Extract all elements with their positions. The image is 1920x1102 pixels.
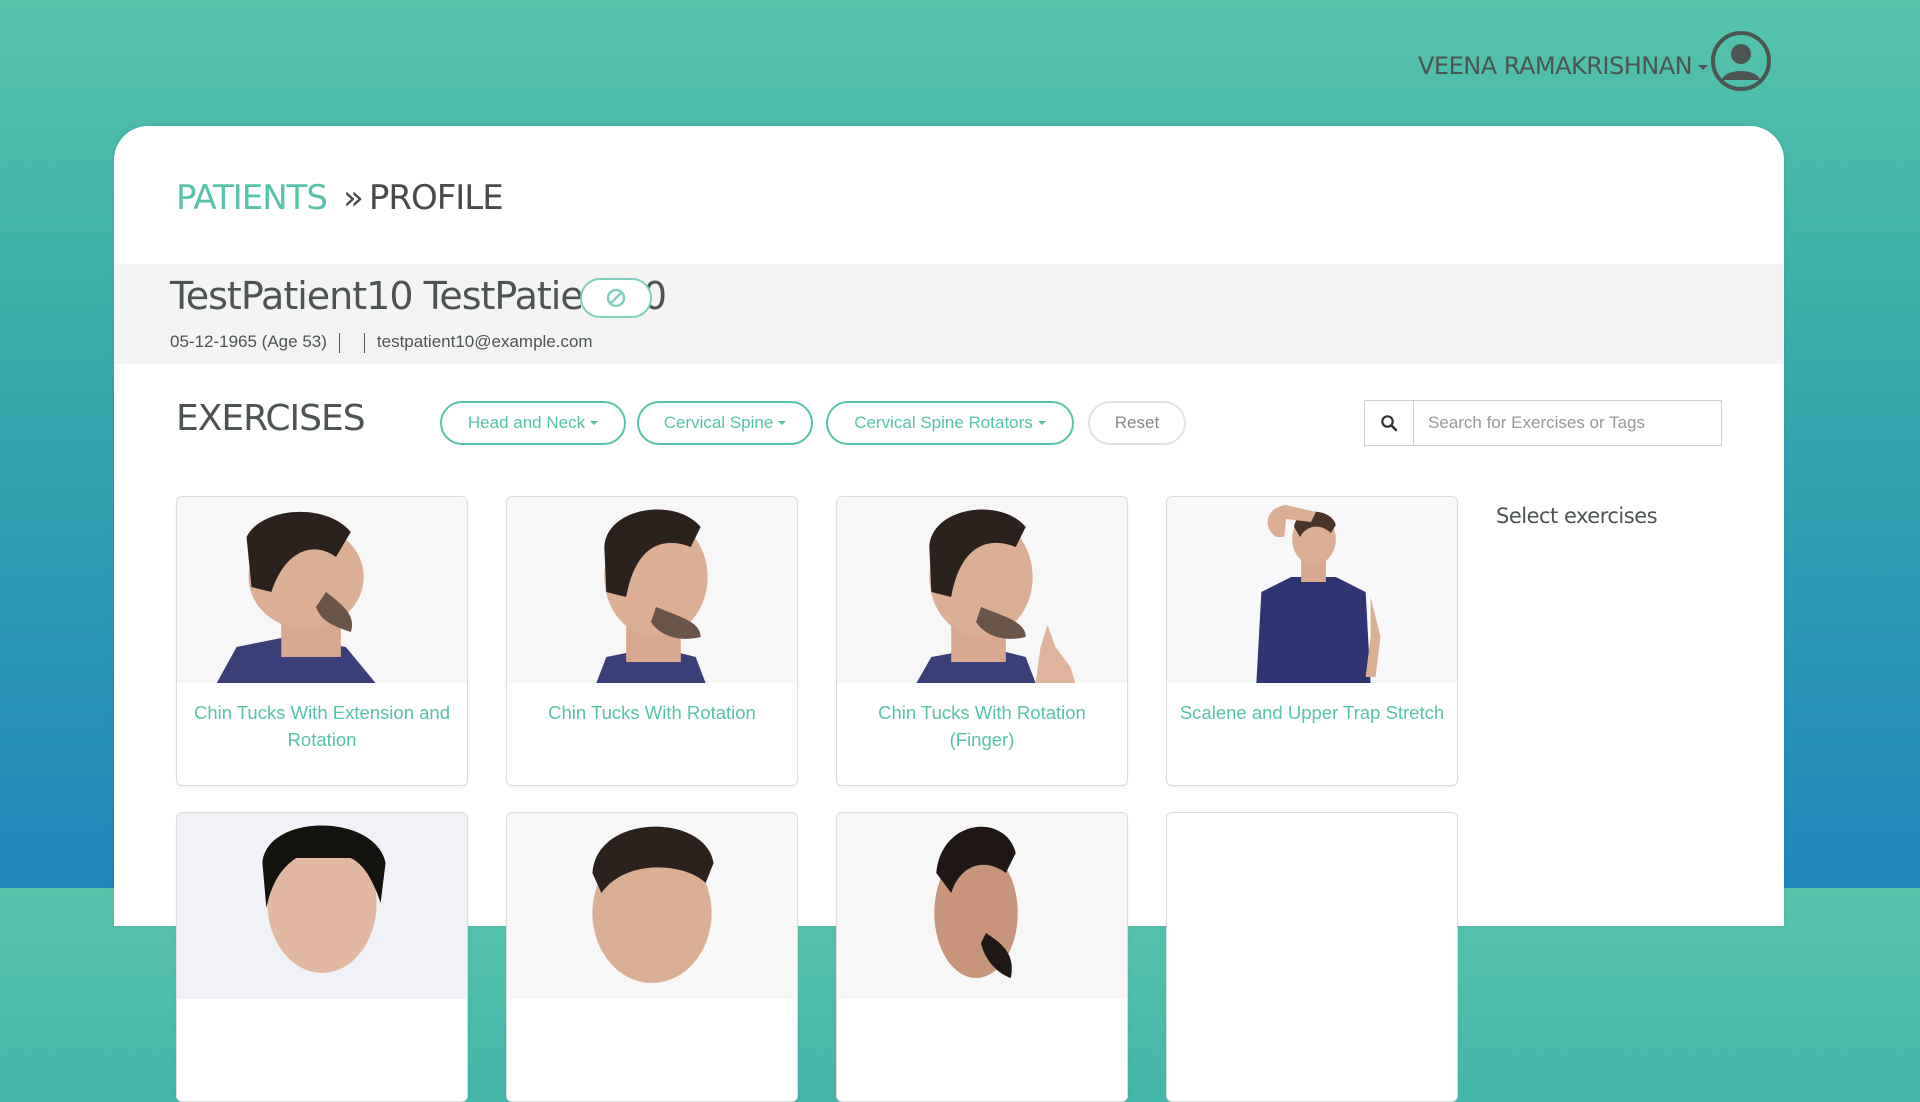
- exercise-title: [837, 999, 1127, 1015]
- exercise-card[interactable]: Chin Tucks With Rotation: [506, 496, 798, 786]
- exercise-title: [507, 999, 797, 1015]
- patient-header: TestPatient10 TestPatient10 05-12-1965 (…: [114, 264, 1784, 364]
- divider: [338, 332, 340, 353]
- search-input[interactable]: [1414, 401, 1721, 445]
- breadcrumb: PATIENTS » PROFILE: [176, 178, 504, 218]
- ban-icon: [606, 288, 626, 308]
- select-exercises-label: Select exercises: [1496, 504, 1658, 528]
- chevron-down-icon: [590, 421, 599, 425]
- search-button[interactable]: [1365, 401, 1414, 445]
- filter-cervical-spine[interactable]: Cervical Spine: [637, 401, 813, 445]
- filter-label: Head and Neck: [467, 413, 586, 432]
- user-circle-icon[interactable]: [1710, 30, 1772, 92]
- filter-label: Cervical Spine: [663, 413, 774, 432]
- filter-cervical-spine-rotators[interactable]: Cervical Spine Rotators: [826, 401, 1074, 445]
- exercise-card[interactable]: [506, 812, 798, 1102]
- exercise-card[interactable]: Scalene and Upper Trap Stretch: [1166, 496, 1458, 786]
- search-icon: [1381, 415, 1398, 432]
- patient-meta: 05-12-1965 (Age 53) testpatient10@example…: [170, 332, 593, 353]
- patient-email: testpatient10@example.com: [376, 332, 593, 351]
- divider: [363, 332, 365, 353]
- exercises-title: EXERCISES: [176, 398, 366, 439]
- exercise-image: [177, 497, 467, 683]
- exercise-title: [177, 999, 467, 1015]
- search-box: [1364, 400, 1722, 446]
- main-panel: PATIENTS » PROFILE TestPatient10 TestPatie…: [114, 126, 1784, 1102]
- breadcrumb-patients-link[interactable]: PATIENTS: [176, 178, 328, 218]
- deactivate-button[interactable]: [580, 278, 652, 318]
- filter-label: Cervical Spine Rotators: [854, 413, 1033, 432]
- exercise-image: [507, 497, 797, 683]
- breadcrumb-current: PROFILE: [368, 178, 504, 218]
- exercise-image: [507, 813, 797, 999]
- breadcrumb-separator: »: [343, 178, 364, 218]
- chevron-down-icon: [778, 421, 787, 425]
- user-menu[interactable]: VEENA RAMAKRISHNAN: [1418, 52, 1709, 80]
- exercise-card[interactable]: [836, 812, 1128, 1102]
- exercise-card[interactable]: [176, 812, 468, 1102]
- chevron-down-icon: [1037, 421, 1046, 425]
- patient-dob: 05-12-1965 (Age 53): [170, 332, 327, 351]
- exercise-title: Chin Tucks With Rotation: [548, 702, 756, 723]
- chevron-down-icon: [1698, 64, 1709, 70]
- exercise-card[interactable]: Chin Tucks With Rotation (Finger): [836, 496, 1128, 786]
- user-name[interactable]: VEENA RAMAKRISHNAN: [1418, 52, 1693, 80]
- filter-head-and-neck[interactable]: Head and Neck: [440, 401, 626, 445]
- exercise-title: Chin Tucks With Rotation (Finger): [878, 702, 1086, 750]
- exercise-title: Scalene and Upper Trap Stretch: [1179, 702, 1445, 723]
- exercise-image: [837, 813, 1127, 999]
- exercise-card[interactable]: Chin Tucks With Extension and Rotation: [176, 496, 468, 786]
- exercise-title: [1167, 813, 1457, 829]
- exercise-image: [837, 497, 1127, 683]
- reset-button[interactable]: Reset: [1088, 401, 1186, 445]
- exercise-image: [1167, 497, 1457, 683]
- exercise-card[interactable]: [1166, 812, 1458, 1102]
- exercise-title: Chin Tucks With Extension and Rotation: [193, 702, 451, 750]
- exercise-image: [177, 813, 467, 999]
